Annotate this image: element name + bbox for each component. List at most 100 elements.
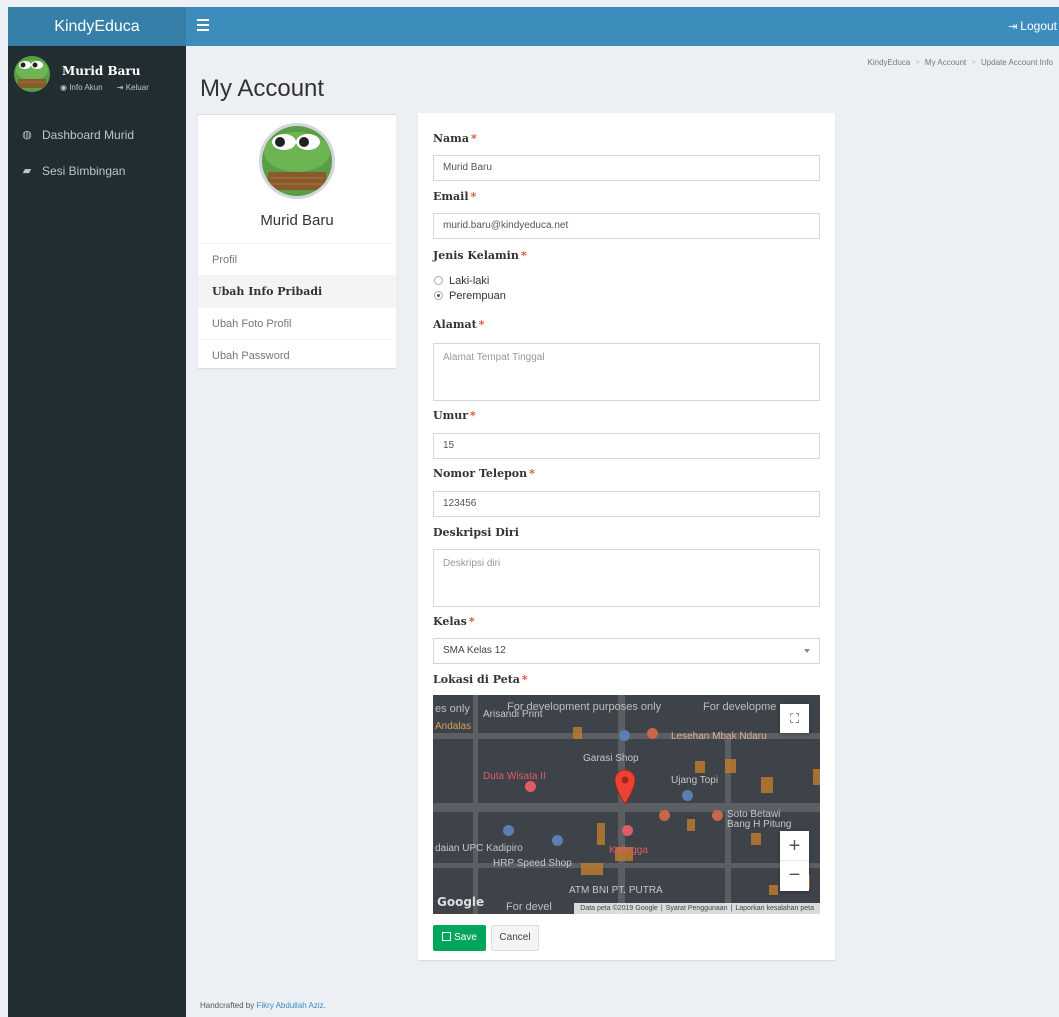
map-building <box>695 761 705 773</box>
map-dev-notice: For developme <box>703 701 777 713</box>
map-place-label: Lesehan Mbak Ndaru <box>671 731 767 742</box>
map-building <box>597 823 605 845</box>
map-place-label: Arisandi Print <box>483 709 543 720</box>
map-road <box>473 695 478 914</box>
breadcrumb-home[interactable]: KindyEduca <box>868 58 911 67</box>
radio-perempuan[interactable]: Perempuan <box>434 290 506 302</box>
map-place-label: ATM BNI PT. PUTRA <box>569 885 663 896</box>
lokasi-label: Lokasi di Peta * <box>433 673 528 686</box>
restaurant-icon[interactable] <box>712 810 723 821</box>
footer-author-link[interactable]: Fikry Abdullah Aziz <box>256 1001 323 1010</box>
map-building <box>687 819 695 831</box>
google-logo: Google <box>437 895 485 909</box>
keluar-label: Keluar <box>125 83 149 92</box>
email-label: Email * <box>433 190 477 203</box>
map-dev-notice: For devel <box>506 901 552 913</box>
email-input[interactable]: murid.baru@kindyeduca.net <box>433 213 820 239</box>
account-form: Nama * Murid Baru Email * murid.baru@kindy… <box>418 113 835 960</box>
nomor-telepon-label: Nomor Telepon * <box>433 467 535 480</box>
restaurant-icon[interactable] <box>659 810 670 821</box>
radio-laki-laki[interactable]: Laki-laki <box>434 275 489 287</box>
umur-input[interactable]: 15 <box>433 433 820 459</box>
deskripsi-diri-label: Deskripsi Diri <box>433 526 519 539</box>
logout-label: Logout <box>1020 19 1057 33</box>
nomor-telepon-input[interactable]: 123456 <box>433 491 820 517</box>
book-icon: ▰ <box>22 165 32 177</box>
map-place-label: daian UPC Kadipiro <box>435 843 523 854</box>
radio-label: Laki-laki <box>449 275 490 287</box>
zoom-in-button[interactable]: + <box>780 831 809 861</box>
alamat-textarea[interactable]: Alamat Tempat Tinggal <box>433 343 820 401</box>
map-place-label: Duta Wisata II <box>483 771 546 782</box>
map-road <box>433 863 820 868</box>
info-akun-link[interactable]: ◉ Info Akun <box>60 83 109 92</box>
footer-prefix: Handcrafted by <box>200 1001 257 1010</box>
sidebar-toggle-icon[interactable] <box>197 19 209 33</box>
map-place-label: Bang H Pitung <box>727 819 792 830</box>
report-map-error-link[interactable]: Laporkan kesalahan peta <box>735 905 814 912</box>
profile-menu-ubah-password[interactable]: Ubah Password <box>198 339 396 371</box>
map-poi-icon[interactable] <box>619 730 630 741</box>
chevron-down-icon <box>804 649 810 653</box>
map-poi-icon[interactable] <box>503 825 514 836</box>
map-building <box>761 777 773 793</box>
map-place-label: Andalas <box>435 721 472 732</box>
breadcrumb-current: Update Account Info <box>980 58 1053 67</box>
app-frame: KindyEduca ⇥ Logout Murid Baru ◉ Info Ak… <box>8 7 1059 1017</box>
map-place-label: Garasi Shop <box>583 753 639 764</box>
kelas-label: Kelas * <box>433 615 475 628</box>
profile-box: Murid Baru Profil Ubah Info Pribadi Ubah… <box>198 114 396 368</box>
umur-label: Umur * <box>433 409 476 422</box>
cancel-button[interactable]: Cancel <box>491 925 539 951</box>
map-poi-icon[interactable] <box>622 825 633 836</box>
map-building <box>769 885 778 895</box>
footer: Handcrafted by Fikry Abdullah Aziz. <box>200 1001 326 1010</box>
profile-menu-profil[interactable]: Profil <box>198 243 396 275</box>
radio-label: Perempuan <box>449 290 506 302</box>
map-data-credit: Data peta ©2019 Google <box>580 905 658 912</box>
map-place-label: HRP Speed Shop <box>493 858 572 869</box>
map-building <box>813 769 820 785</box>
sign-out-icon: ⇥ <box>1008 21 1018 33</box>
radio-circle-selected <box>434 291 443 300</box>
user-links: ◉ Info Akun ⇥ Keluar <box>60 83 161 92</box>
map-poi-icon[interactable] <box>552 835 563 846</box>
terms-link[interactable]: Syarat Penggunaan <box>666 905 728 912</box>
sidebar-item-sesi-bimbingan[interactable]: ▰ Sesi Bimbingan <box>8 156 186 186</box>
map-poi-icon[interactable] <box>682 790 693 801</box>
deskripsi-diri-textarea[interactable]: Deskripsi diri <box>433 549 820 607</box>
profile-menu-ubah-foto-profil[interactable]: Ubah Foto Profil <box>198 307 396 339</box>
profile-name: Murid Baru <box>260 212 334 229</box>
avatar <box>14 56 50 92</box>
map-building <box>573 727 582 739</box>
save-button[interactable]: Save <box>433 925 486 951</box>
map-poi-icon[interactable] <box>525 781 536 792</box>
map-place-label: Ujang Topi <box>671 775 719 786</box>
nama-input[interactable]: Murid Baru <box>433 155 820 181</box>
fullscreen-icon[interactable]: ⛶ <box>780 704 809 733</box>
sidebar-item-label: Sesi Bimbingan <box>42 164 126 178</box>
floppy-disk-icon <box>442 932 452 941</box>
brand-logo[interactable]: KindyEduca <box>8 7 186 46</box>
user-panel: Murid Baru ◉ Info Akun ⇥ Keluar <box>14 56 180 100</box>
zoom-control: + − <box>780 831 809 891</box>
sidebar-item-dashboard[interactable]: ◍ Dashboard Murid <box>8 120 186 150</box>
profile-avatar <box>259 123 335 199</box>
zoom-out-button[interactable]: − <box>780 861 809 891</box>
map-building <box>725 759 736 773</box>
keluar-link[interactable]: ⇥ Keluar <box>117 83 155 92</box>
jenis-kelamin-label: Jenis Kelamin * <box>433 249 527 262</box>
breadcrumb-my-account[interactable]: My Account <box>925 58 966 67</box>
map-building <box>751 833 761 845</box>
alamat-label: Alamat * <box>433 318 485 331</box>
map-attribution: Data peta ©2019 Google | Syarat Penggunaan… <box>574 903 820 914</box>
kelas-select[interactable]: SMA Kelas 12 <box>433 638 820 664</box>
location-pin-icon[interactable] <box>614 769 636 805</box>
restaurant-icon[interactable] <box>647 728 658 739</box>
kelas-selected-value: SMA Kelas 12 <box>443 645 506 656</box>
location-map[interactable]: es only For development purposes only Fo… <box>433 695 820 914</box>
logout-button[interactable]: ⇥ Logout <box>1008 7 1059 46</box>
radio-circle <box>434 276 443 285</box>
profile-menu-ubah-info-pribadi[interactable]: Ubah Info Pribadi <box>198 275 396 307</box>
footer-suffix: . <box>323 1001 326 1010</box>
